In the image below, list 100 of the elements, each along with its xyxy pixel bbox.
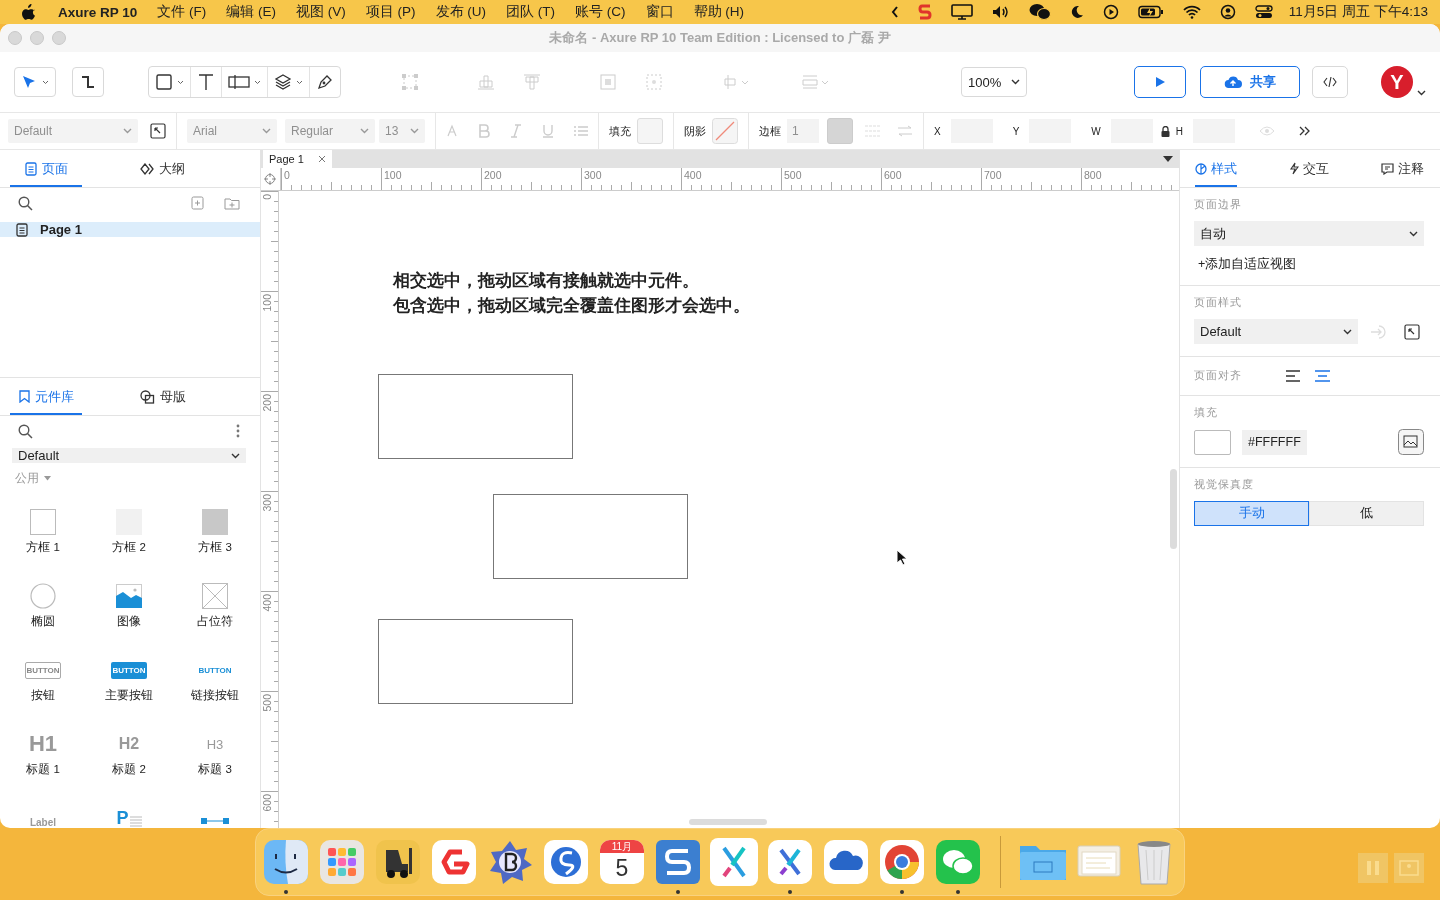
search-icon[interactable] [18, 423, 33, 439]
cross-app-icon[interactable] [768, 840, 812, 884]
user-circle-icon[interactable] [1219, 4, 1236, 20]
cross-app-icon[interactable] [710, 838, 758, 886]
caret-icon [360, 128, 369, 134]
menu-item[interactable]: 编辑 (E) [226, 3, 277, 21]
placeholder-widget-icon[interactable] [202, 583, 228, 609]
fidelity-option[interactable]: 手动 [1194, 501, 1309, 526]
library-dropdown[interactable]: Default [12, 448, 246, 463]
menu-item[interactable]: 项目 (P) [365, 3, 416, 21]
ellipse-widget-icon[interactable] [30, 583, 56, 609]
calendar-app-icon[interactable]: 11月 5 [600, 840, 644, 884]
rectangle-shape[interactable] [378, 619, 573, 704]
s-logo-icon[interactable] [917, 4, 932, 20]
document-tab[interactable]: Page 1 [263, 150, 332, 168]
border-color-swatch[interactable] [827, 118, 853, 144]
menu-item[interactable]: 视图 (V) [296, 3, 346, 21]
wifi-icon[interactable] [1182, 5, 1201, 19]
page-dimension-dropdown[interactable]: 自动 [1194, 221, 1424, 246]
cloud-app-icon[interactable] [824, 840, 868, 884]
page-item[interactable]: Page 1 [0, 222, 260, 237]
play-circle-icon[interactable] [1102, 4, 1119, 20]
chevron-left-icon[interactable] [890, 6, 899, 18]
lock-icon[interactable] [1160, 125, 1170, 137]
align-left-icon[interactable] [1286, 370, 1301, 382]
panel-tab[interactable]: 元件库 [10, 378, 82, 415]
fill-swatch[interactable] [1194, 429, 1231, 455]
chat-app-icon[interactable] [936, 840, 980, 884]
menu-bar-clock[interactable]: 11月5日 周五 下午4:13 [1288, 3, 1428, 21]
link-button-widget-icon[interactable]: BUTTON [197, 661, 233, 679]
app-grid-icon[interactable] [320, 840, 364, 884]
forklift-app-icon[interactable] [376, 840, 420, 884]
add-folder-icon[interactable] [224, 196, 240, 210]
double-chevron-icon[interactable] [1299, 126, 1312, 136]
style-picker-icon[interactable] [150, 123, 166, 139]
share-button[interactable]: 共享 [1200, 66, 1300, 98]
moon-icon[interactable] [1069, 5, 1084, 19]
note-text[interactable]: 相交选中，拖动区域有接触就选中元件。 [393, 268, 750, 293]
menu-item[interactable]: 帮助 (H) [693, 3, 745, 21]
select-tool-button[interactable] [14, 67, 56, 97]
add-page-icon[interactable] [191, 196, 204, 210]
image-widget-icon[interactable] [116, 584, 142, 608]
line-widget-icon[interactable] [201, 818, 229, 824]
widget-label: 标题 3 [198, 762, 232, 777]
caret-icon[interactable] [1417, 90, 1426, 96]
volume-icon[interactable] [991, 5, 1010, 19]
inspector-tab[interactable]: 交互 [1289, 150, 1329, 187]
preview-button[interactable] [1134, 66, 1186, 98]
add-adaptive-view-link[interactable]: +添加自适应视图 [1198, 256, 1297, 273]
menu-item[interactable]: 文件 (F) [157, 3, 207, 21]
panel-tab[interactable]: 母版 [140, 378, 260, 415]
control-center-icon[interactable] [1254, 5, 1273, 19]
rectangle-shape[interactable] [493, 494, 688, 579]
rectangle-widget-icon[interactable] [30, 509, 56, 535]
inspector-tab[interactable]: 样式 [1195, 150, 1237, 187]
more-icon[interactable] [236, 424, 240, 438]
menu-item[interactable]: 窗口 [645, 3, 674, 21]
user-avatar[interactable]: Y [1381, 66, 1413, 98]
crosshair-icon[interactable] [264, 173, 276, 185]
fidelity-option[interactable]: 低 [1309, 501, 1424, 526]
font-color-icon[interactable] [446, 124, 458, 138]
align-center-icon[interactable] [1315, 370, 1330, 382]
rectangle-shape[interactable] [378, 374, 573, 459]
star-badge-app-icon[interactable] [488, 840, 532, 884]
swoosh-app-icon[interactable] [544, 840, 588, 884]
battery-icon[interactable] [1137, 5, 1164, 19]
inspector-tab[interactable]: 注释 [1381, 150, 1424, 187]
button-widget-icon[interactable]: BUTTON [25, 661, 61, 679]
connector-tool-button[interactable] [72, 67, 104, 97]
menu-item[interactable]: 团队 (T) [506, 3, 556, 21]
panel-tab[interactable]: 大纲 [140, 150, 260, 187]
display-icon[interactable] [950, 4, 973, 20]
text-icon [197, 73, 215, 91]
menu-item[interactable]: 发布 (U) [435, 3, 487, 21]
s-letter-app-icon[interactable] [656, 840, 700, 884]
round-browser-app-icon[interactable] [880, 840, 924, 884]
code-button[interactable] [1312, 66, 1348, 98]
primary-button-widget-icon[interactable]: BUTTON [111, 661, 147, 679]
close-icon[interactable] [317, 155, 326, 163]
page-style-dropdown[interactable]: Default [1194, 319, 1358, 344]
image-fill-button[interactable] [1398, 429, 1424, 455]
swirl-app-icon[interactable] [432, 840, 476, 884]
shadow-label: 阴影 [684, 123, 706, 139]
scrollbar[interactable] [1170, 469, 1177, 549]
search-icon[interactable] [18, 195, 33, 211]
zoom-dropdown[interactable]: 100% [961, 67, 1027, 97]
apple-icon[interactable] [22, 4, 36, 20]
fill-swatch[interactable] [637, 118, 663, 144]
caret-icon [1011, 79, 1020, 85]
note-text[interactable]: 包含选中，拖动区域完全覆盖住图形才会选中。 [393, 293, 750, 318]
shadow-swatch[interactable] [712, 118, 738, 144]
caret-icon[interactable] [1163, 156, 1173, 162]
fill-hex-field[interactable]: #FFFFFF [1242, 429, 1307, 455]
scrollbar[interactable] [689, 819, 767, 825]
menu-item[interactable]: 账号 (C) [575, 3, 626, 21]
smiling-face-app-icon[interactable] [264, 840, 308, 884]
app-menu[interactable]: Axure RP 10 [58, 4, 138, 20]
chat-bubbles-icon[interactable] [1028, 3, 1051, 21]
panel-tab[interactable]: 页面 [10, 150, 82, 187]
style-picker-icon[interactable] [1404, 323, 1420, 340]
